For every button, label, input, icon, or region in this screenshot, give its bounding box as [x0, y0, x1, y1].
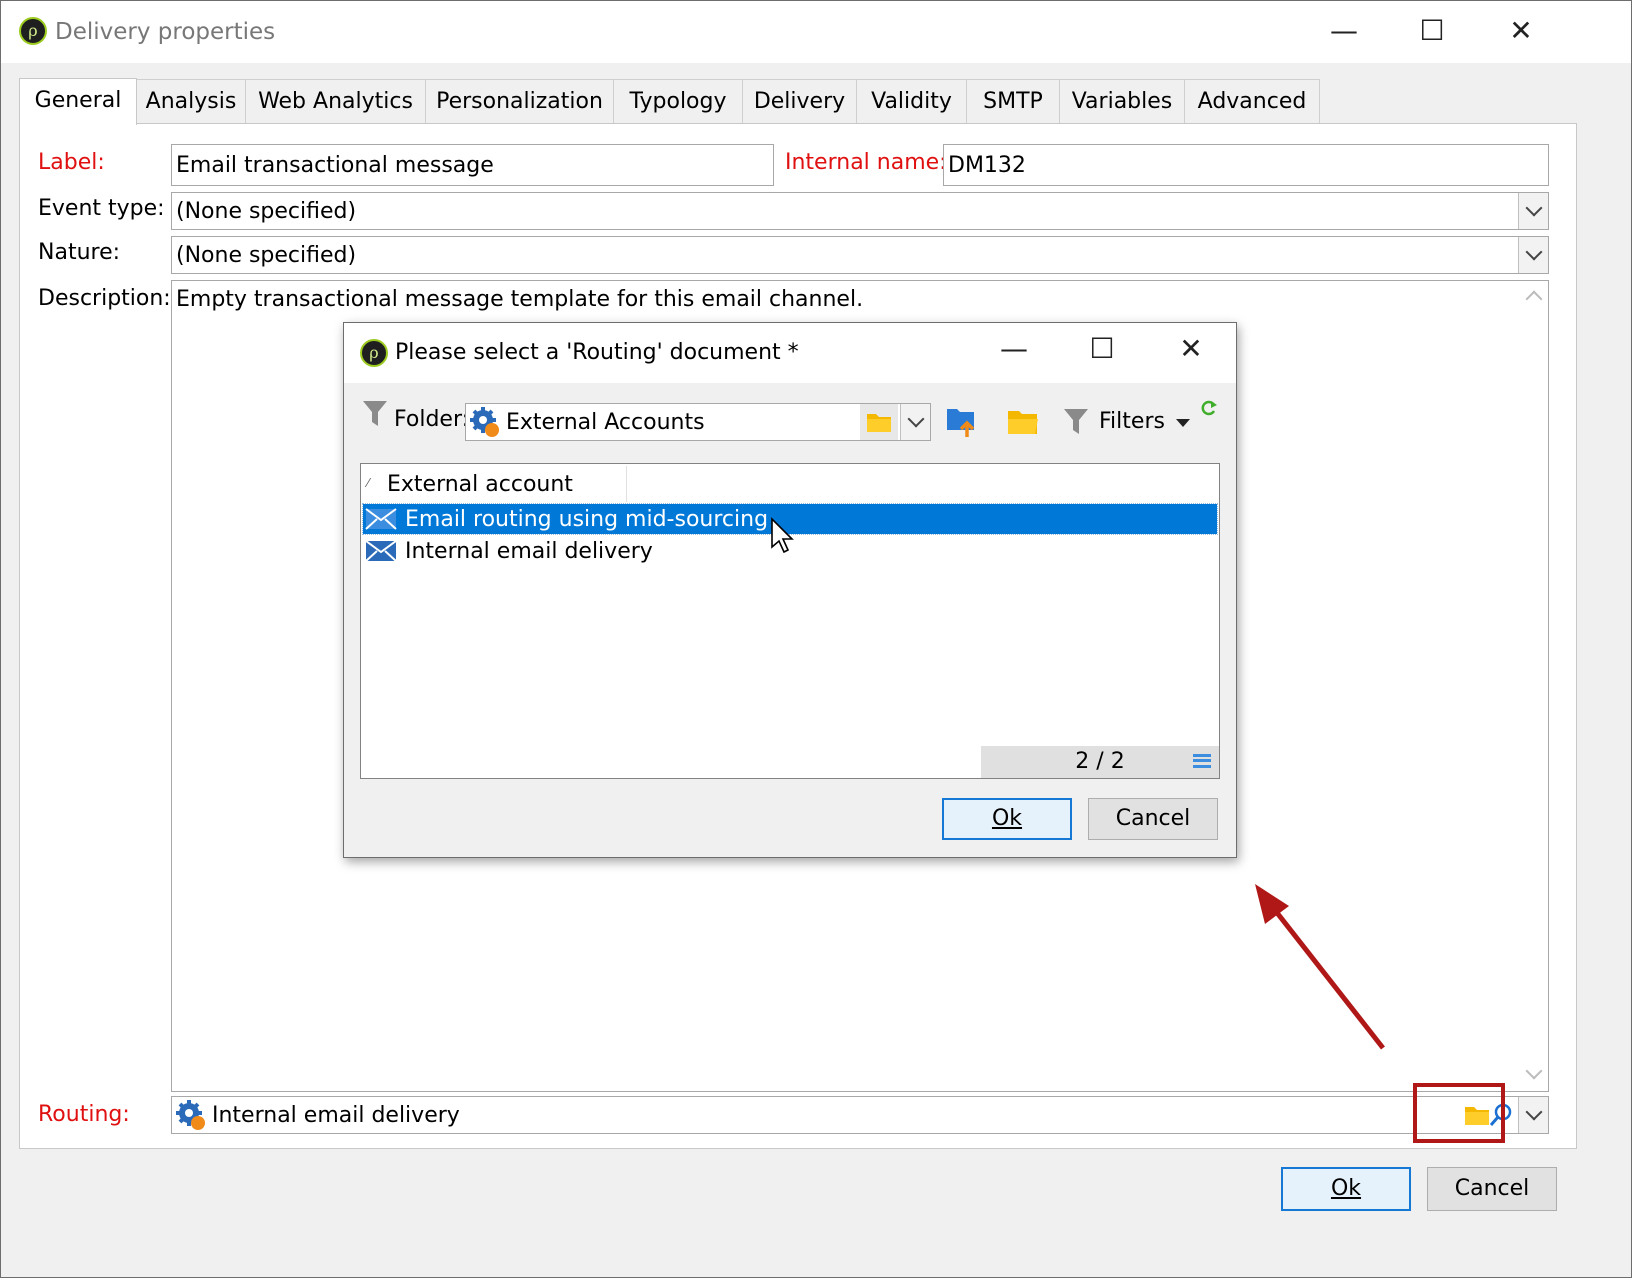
list-item-label: Internal email delivery: [405, 538, 653, 564]
window-title: Delivery properties: [55, 19, 276, 45]
move-to-folder-icon[interactable]: [945, 405, 979, 439]
cancel-button[interactable]: Cancel: [1427, 1167, 1557, 1211]
maximize-icon[interactable]: ☐: [1409, 11, 1455, 51]
label-label: Label:: [38, 150, 105, 175]
highlight-box: [1413, 1083, 1505, 1143]
annotation-arrow: [1255, 884, 1385, 1050]
external-account-icon: [176, 1100, 205, 1130]
email-icon: [365, 508, 397, 530]
tab-variables[interactable]: Variables: [1059, 79, 1185, 123]
event-type-value: (None specified): [176, 198, 357, 224]
scroll-up-icon[interactable]: [1525, 290, 1543, 308]
filters-button[interactable]: Filters: [1099, 409, 1165, 434]
title-bar: ρ Delivery properties — ☐ ✕: [1, 1, 1631, 63]
event-type-label: Event type:: [38, 196, 165, 221]
open-folder-icon[interactable]: [1006, 407, 1040, 437]
folder-value: External Accounts: [506, 409, 705, 435]
routing-label: Routing:: [38, 1102, 130, 1127]
list-status-bar: 2 / 2: [981, 746, 1219, 778]
ok-button[interactable]: Ok: [1281, 1167, 1411, 1211]
dialog-ok-label: Ok: [991, 806, 1023, 831]
event-type-dropdown-icon[interactable]: [1518, 193, 1548, 229]
close-icon[interactable]: ✕: [1498, 11, 1544, 51]
record-count: 2 / 2: [1075, 749, 1125, 774]
tab-analysis[interactable]: Analysis: [136, 79, 246, 123]
app-logo-icon: ρ: [19, 17, 47, 45]
tab-general[interactable]: General: [19, 78, 137, 125]
scroll-down-icon[interactable]: [1525, 1062, 1543, 1080]
external-account-list: ⁄ External account Email routing using m…: [360, 463, 1220, 779]
nature-value: (None specified): [176, 242, 357, 268]
event-type-select[interactable]: (None specified): [171, 192, 1549, 230]
tab-typology[interactable]: Typology: [613, 79, 743, 123]
tab-delivery[interactable]: Delivery: [742, 79, 857, 123]
tab-smtp[interactable]: SMTP: [966, 79, 1060, 123]
nature-label: Nature:: [38, 240, 121, 265]
mouse-cursor-icon: [771, 517, 794, 554]
routing-select-dialog: ρ Please select a 'Routing' document * —…: [343, 322, 1237, 858]
folder-label: Folder:: [394, 407, 470, 432]
routing-select[interactable]: Internal email delivery: [171, 1096, 1549, 1134]
refresh-icon[interactable]: [1200, 399, 1218, 417]
internal-name-input[interactable]: DM132: [943, 144, 1549, 186]
cancel-label: Cancel: [1454, 1176, 1530, 1201]
description-value: Empty transactional message template for…: [176, 287, 864, 312]
description-label: Description:: [38, 286, 171, 311]
column-header-external-account[interactable]: External account: [363, 466, 627, 502]
column-header-label: External account: [387, 472, 573, 497]
email-icon: [365, 540, 397, 562]
filters-funnel-icon[interactable]: [1063, 407, 1089, 437]
routing-value: Internal email delivery: [212, 1102, 460, 1128]
nature-dropdown-icon[interactable]: [1518, 237, 1548, 273]
tab-web-analytics[interactable]: Web Analytics: [245, 79, 426, 123]
internal-name-label: Internal name:: [785, 150, 947, 175]
dialog-cancel-label: Cancel: [1115, 806, 1191, 831]
external-accounts-folder-icon: [470, 407, 499, 437]
routing-dropdown-icon[interactable]: [1518, 1097, 1548, 1133]
nature-select[interactable]: (None specified): [171, 236, 1549, 274]
funnel-icon: [363, 401, 387, 426]
tab-personalization[interactable]: Personalization: [425, 79, 614, 123]
tab-validity[interactable]: Validity: [856, 79, 967, 123]
filters-dropdown-icon[interactable]: [1176, 419, 1190, 427]
list-item-label: Email routing using mid-sourcing: [405, 506, 769, 532]
dialog-maximize-icon[interactable]: ☐: [1079, 329, 1125, 369]
folder-browse-icon[interactable]: [860, 404, 898, 440]
dialog-minimize-icon[interactable]: —: [991, 329, 1037, 369]
dialog-cancel-button[interactable]: Cancel: [1088, 798, 1218, 840]
folder-dropdown-icon[interactable]: [900, 404, 930, 440]
dialog-logo-icon: ρ: [360, 339, 388, 367]
dialog-title-bar: ρ Please select a 'Routing' document * —…: [344, 323, 1236, 383]
dialog-close-icon[interactable]: ✕: [1168, 329, 1214, 369]
folder-select[interactable]: External Accounts: [465, 403, 931, 441]
tab-advanced[interactable]: Advanced: [1184, 79, 1320, 123]
dialog-ok-button[interactable]: Ok: [942, 798, 1072, 840]
dialog-title: Please select a 'Routing' document *: [395, 340, 799, 365]
minimize-icon[interactable]: —: [1321, 11, 1367, 51]
list-menu-icon[interactable]: [1193, 754, 1211, 768]
ok-label: Ok: [1330, 1176, 1362, 1201]
label-input[interactable]: Email transactional message: [171, 144, 774, 186]
